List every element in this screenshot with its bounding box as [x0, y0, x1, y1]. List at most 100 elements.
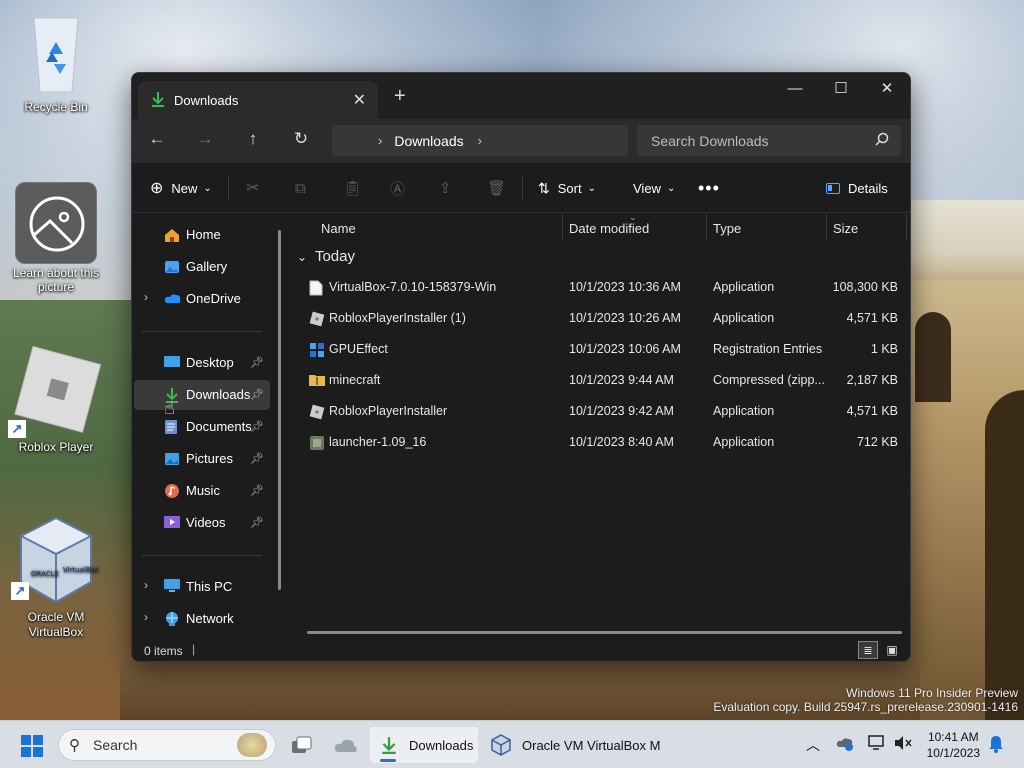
desktop-icon-learn-picture[interactable]: Learn about this picture: [8, 182, 104, 294]
gallery-icon: [164, 259, 182, 275]
column-header-name[interactable]: Name: [321, 214, 356, 242]
file-name: launcher-1.09_16: [329, 435, 427, 449]
tiles-view-icon[interactable]: ▣: [882, 641, 902, 659]
group-label: Today: [314, 248, 355, 265]
address-bar[interactable]: › Downloads ›: [332, 125, 628, 156]
tab-downloads[interactable]: Downloads ✕: [138, 81, 378, 119]
close-tab-icon[interactable]: ✕: [353, 90, 366, 110]
refresh-icon[interactable]: ↻: [289, 129, 313, 149]
chevron-right-icon[interactable]: ›: [144, 610, 148, 624]
hand-cursor-icon: ☝: [164, 398, 175, 419]
taskbar-search-box[interactable]: ⚲ Search: [58, 729, 276, 761]
sidebar-item-documents[interactable]: Documents 📌︎: [134, 412, 270, 442]
system-clock[interactable]: 10:41 AM 10/1/2023: [927, 729, 980, 761]
column-divider[interactable]: [562, 214, 563, 240]
sidebar-item-home[interactable]: Home: [134, 220, 270, 250]
more-options-icon[interactable]: •••: [698, 163, 720, 213]
speaker-muted-icon[interactable]: [894, 735, 912, 754]
sidebar-item-label: Music: [186, 483, 220, 498]
cut-icon[interactable]: ✂: [246, 163, 259, 213]
pin-icon[interactable]: 📌︎: [250, 356, 264, 369]
minimize-icon[interactable]: —: [772, 73, 818, 103]
column-divider[interactable]: [826, 214, 827, 240]
plus-circle-icon: ⊕: [150, 180, 164, 197]
search-icon: [875, 132, 889, 149]
new-button[interactable]: ⊕ New ⌄: [150, 163, 212, 213]
taskbar-app-downloads[interactable]: Downloads: [370, 727, 478, 763]
paste-icon[interactable]: 📋︎: [343, 163, 362, 213]
start-button[interactable]: [20, 734, 44, 761]
desktop-icon-recycle-bin[interactable]: Recycle Bin: [8, 12, 104, 114]
details-view-icon[interactable]: ≣: [858, 641, 878, 659]
chevron-right-icon[interactable]: ›: [144, 578, 148, 592]
desktop-icon: [164, 355, 182, 371]
breadcrumb-downloads[interactable]: Downloads: [394, 133, 463, 149]
copy-icon[interactable]: ⧉: [295, 163, 306, 213]
new-tab-icon[interactable]: +: [394, 85, 406, 108]
maximize-icon[interactable]: ☐: [818, 73, 864, 103]
back-arrow-icon[interactable]: ←: [145, 129, 169, 149]
sidebar-item-label: Pictures: [186, 451, 233, 466]
up-arrow-icon[interactable]: ↑: [241, 129, 265, 149]
recycle-bin-icon: [20, 12, 92, 98]
file-row[interactable]: launcher-1.09_16 10/1/2023 8:40 AM Appli…: [289, 427, 910, 458]
search-input[interactable]: Search Downloads: [637, 125, 901, 156]
task-view-button[interactable]: [286, 727, 318, 763]
pin-icon[interactable]: 📌︎: [250, 484, 264, 497]
column-header-size[interactable]: Size: [833, 214, 858, 242]
pin-icon[interactable]: 📌︎: [250, 420, 264, 433]
sidebar-scrollbar[interactable]: [278, 230, 281, 590]
horizontal-scrollbar[interactable]: [307, 631, 902, 634]
sidebar-item-this-pc[interactable]: › This PC: [134, 572, 270, 602]
sidebar-item-network[interactable]: › Network: [134, 604, 270, 634]
delete-icon[interactable]: 🗑︎: [487, 163, 506, 213]
file-row[interactable]: VirtualBox-7.0.10-158379-Win 10/1/2023 1…: [289, 272, 910, 303]
column-divider[interactable]: [906, 214, 907, 240]
column-header-type[interactable]: Type: [713, 214, 741, 242]
sidebar-item-videos[interactable]: Videos 📌︎: [134, 508, 270, 538]
column-divider[interactable]: [706, 214, 707, 240]
sort-button[interactable]: ⇅ Sort ⌄: [538, 163, 596, 213]
chevron-up-icon[interactable]: ︿: [806, 735, 820, 755]
forward-arrow-icon[interactable]: →: [193, 129, 217, 149]
sidebar-item-onedrive[interactable]: › OneDrive: [134, 284, 270, 314]
sidebar-item-downloads[interactable]: Downloads 📌︎: [134, 380, 270, 410]
sidebar-item-label: OneDrive: [186, 291, 241, 306]
rename-icon[interactable]: Ⓐ: [390, 163, 405, 213]
sidebar-item-pictures[interactable]: Pictures 📌︎: [134, 444, 270, 474]
sidebar-item-music[interactable]: Music 📌︎: [134, 476, 270, 506]
column-header-date[interactable]: Date modified: [569, 214, 649, 242]
close-window-icon[interactable]: ✕: [864, 73, 910, 103]
share-icon[interactable]: ⇪: [439, 163, 452, 213]
pin-icon[interactable]: 📌︎: [250, 452, 264, 465]
sidebar-divider: [142, 555, 262, 556]
file-type: Compressed (zipp...: [713, 373, 825, 387]
view-button[interactable]: View ⌄: [633, 163, 675, 213]
chevron-right-icon[interactable]: ›: [144, 290, 148, 304]
pin-icon[interactable]: 📌︎: [250, 516, 264, 529]
virtualbox-label: Oracle VM VirtualBox: [27, 610, 85, 639]
network-status-icon[interactable]: [868, 735, 886, 754]
file-date: 10/1/2023 10:36 AM: [569, 280, 681, 294]
sidebar-item-gallery[interactable]: Gallery: [134, 252, 270, 282]
chevron-down-icon: ⌄: [587, 182, 596, 194]
desktop-icon-roblox-player[interactable]: ↗ Roblox Player: [8, 345, 104, 454]
pin-icon[interactable]: 📌︎: [250, 388, 264, 401]
desktop-icon-virtualbox[interactable]: ORACLE VirtualBox ↗ Oracle VM VirtualBox: [8, 512, 104, 640]
file-type: Registration Entries: [713, 342, 823, 356]
details-button[interactable]: Details: [826, 163, 888, 213]
widgets-button[interactable]: [330, 727, 362, 763]
file-explorer-window: Downloads ✕ + — ☐ ✕ ← → ↑ ↻ › Downloads …: [131, 72, 911, 662]
notification-bell-icon[interactable]: [988, 735, 1004, 756]
file-row[interactable]: GPUEffect 10/1/2023 10:06 AM Registratio…: [289, 334, 910, 365]
file-row[interactable]: minecraft 10/1/2023 9:44 AM Compressed (…: [289, 365, 910, 396]
file-row[interactable]: RobloxPlayerInstaller 10/1/2023 9:42 AM …: [289, 396, 910, 427]
sidebar-item-desktop[interactable]: Desktop 📌︎: [134, 348, 270, 378]
file-row[interactable]: RobloxPlayerInstaller (1) 10/1/2023 10:2…: [289, 303, 910, 334]
onedrive-status-icon[interactable]: [836, 735, 854, 754]
chevron-right-icon[interactable]: ›: [478, 133, 482, 148]
taskbar-app-virtualbox[interactable]: Oracle VM VirtualBox M: [482, 727, 668, 763]
wallpaper-bridge-arch: [985, 390, 1024, 720]
navigation-pane: Home Gallery › OneDrive Desktop 📌︎ Downl…: [132, 214, 289, 634]
group-header-today[interactable]: ⌄ Today: [297, 248, 355, 265]
